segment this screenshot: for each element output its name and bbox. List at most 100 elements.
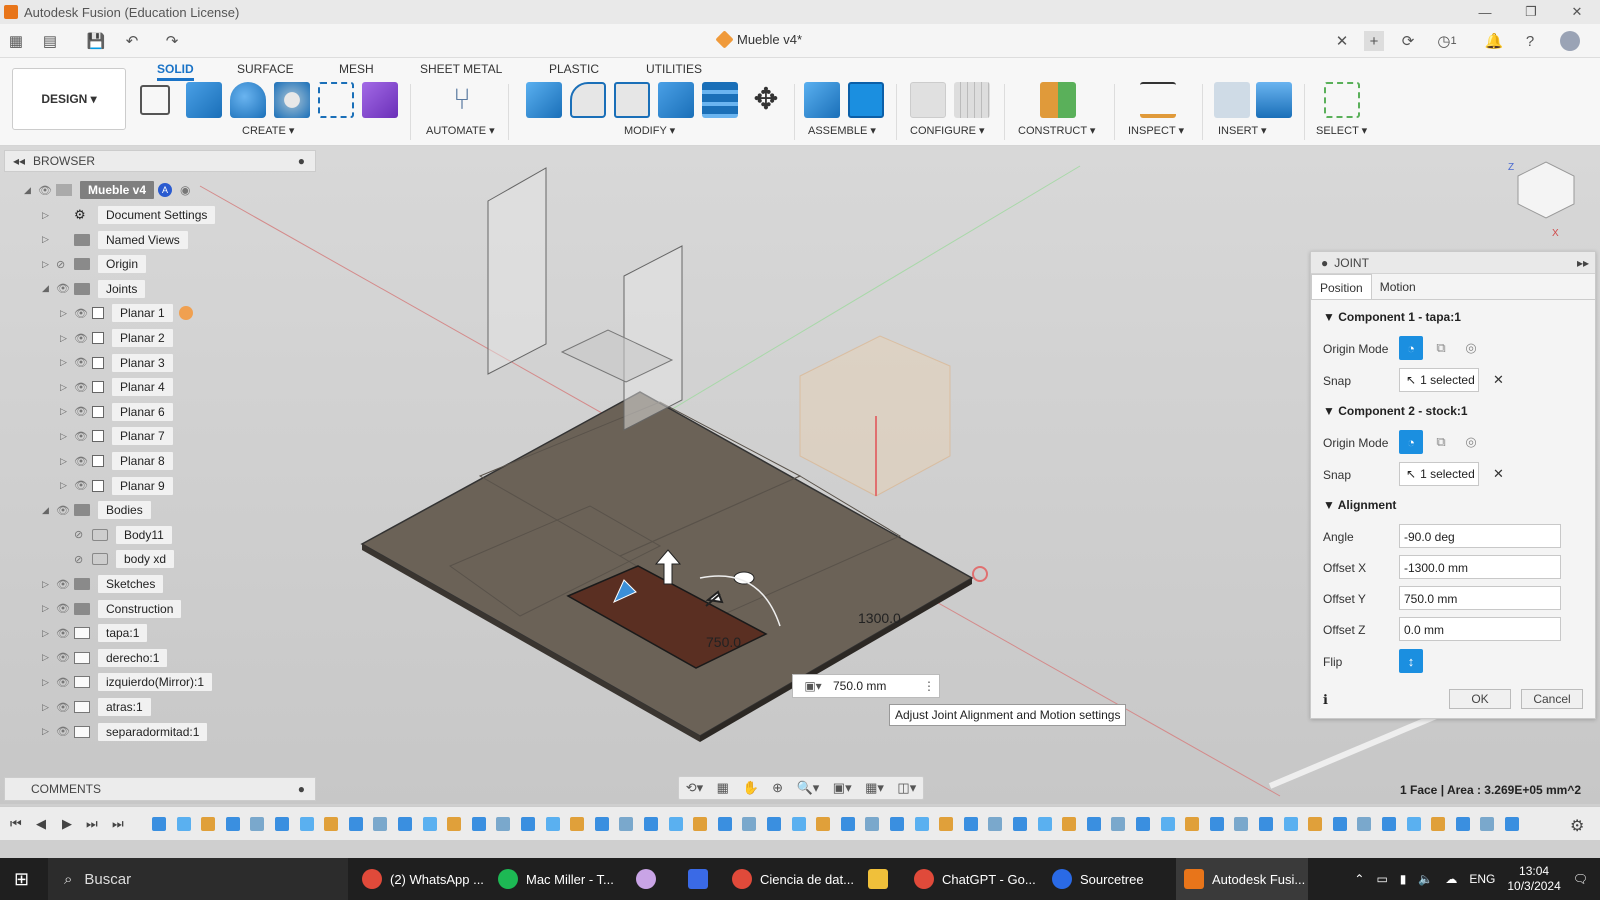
collapse-browser-icon[interactable]: ◂◂ xyxy=(13,154,25,168)
close-tab-icon[interactable]: ✕ xyxy=(1332,31,1352,51)
create-sketch-icon[interactable] xyxy=(140,85,170,115)
visibility-eye-icon[interactable]: 👁 xyxy=(74,381,92,394)
select-menu[interactable]: SELECT ▾ xyxy=(1316,124,1367,137)
timeline-feature-icon[interactable] xyxy=(1283,817,1298,831)
tab-position[interactable]: Position xyxy=(1311,274,1372,299)
visibility-eye-icon[interactable]: 👁 xyxy=(56,651,74,664)
tray-cloud-icon[interactable]: ☁ xyxy=(1445,872,1457,886)
visibility-eye-icon[interactable]: 👁 xyxy=(74,356,92,369)
timeline-feature-icon[interactable] xyxy=(398,817,412,831)
tray-volume-icon[interactable]: 🔈 xyxy=(1418,872,1433,886)
input-type-dropdown-icon[interactable]: ▣▾ xyxy=(793,679,833,693)
timeline-settings-gear-icon[interactable]: ⚙ xyxy=(1570,816,1584,836)
timeline-feature-icon[interactable] xyxy=(1431,817,1446,831)
collapse-arrow-icon[interactable]: ◢ xyxy=(24,185,38,196)
expand-arrow-icon[interactable]: ▷ xyxy=(60,308,74,319)
timeline-feature-icon[interactable] xyxy=(1480,817,1495,831)
timeline-feature-icon[interactable] xyxy=(668,817,683,831)
expand-arrow-icon[interactable]: ▷ xyxy=(60,480,74,491)
language-indicator[interactable]: ENG xyxy=(1469,872,1495,886)
tree-item-body-xd[interactable]: ⊘ body xd xyxy=(60,549,175,569)
browser-pin-icon[interactable]: ● xyxy=(298,154,305,168)
timeline-feature-icon[interactable] xyxy=(1160,817,1175,831)
maximize-icon[interactable]: ❐ xyxy=(1508,0,1554,24)
close-icon[interactable]: ✕ xyxy=(1554,0,1600,24)
tab-sheet-metal[interactable]: SHEET METAL xyxy=(420,62,502,76)
origin-mode-twoedge-icon[interactable]: ◎ xyxy=(1459,430,1483,454)
construct-menu[interactable]: CONSTRUCT ▾ xyxy=(1018,124,1095,137)
configuration-table-icon[interactable] xyxy=(954,82,990,118)
file-menu-icon[interactable]: ▤ xyxy=(40,31,60,51)
joint-icon[interactable] xyxy=(848,82,884,118)
visibility-eye-icon[interactable]: 👁 xyxy=(74,479,92,492)
tree-item-derecho-1[interactable]: ▷ 👁 derecho:1 xyxy=(42,648,168,668)
assemble-menu[interactable]: ASSEMBLE ▾ xyxy=(808,124,876,137)
timeline-feature-icon[interactable] xyxy=(447,817,462,831)
tab-surface[interactable]: SURFACE xyxy=(237,62,294,76)
measure-icon[interactable] xyxy=(1140,82,1176,118)
timeline-feature-icon[interactable] xyxy=(152,817,166,831)
taskbar-search[interactable]: ⌕ Buscar xyxy=(48,858,348,900)
visibility-eye-icon[interactable]: 👁 xyxy=(74,307,92,320)
timeline-feature-icon[interactable] xyxy=(939,817,954,831)
timeline-feature-icon[interactable] xyxy=(1455,817,1470,831)
expand-arrow-icon[interactable]: ▷ xyxy=(42,726,56,737)
timeline-feature-icon[interactable] xyxy=(201,817,216,831)
visibility-eye-icon[interactable]: 👁 xyxy=(56,725,74,738)
expand-arrow-icon[interactable]: ▷ xyxy=(60,357,74,368)
visibility-eye-icon[interactable]: 👁 xyxy=(74,455,92,468)
taskbar-app-explorer[interactable] xyxy=(868,858,888,900)
help-icon[interactable]: ? xyxy=(1520,31,1540,51)
distance-input-box[interactable]: ▣▾ 750.0 mm ⋮ xyxy=(792,674,940,698)
clear-snap2-icon[interactable]: ✕ xyxy=(1493,466,1504,482)
timeline-feature-icon[interactable] xyxy=(594,817,609,831)
timeline-feature-icon[interactable] xyxy=(1406,817,1421,831)
cancel-button[interactable]: Cancel xyxy=(1521,689,1583,709)
app-grid-icon[interactable]: ▦ xyxy=(6,31,26,51)
visibility-eye-icon[interactable]: 👁 xyxy=(56,578,74,591)
alignment-section[interactable]: ▼ Alignment xyxy=(1323,498,1396,512)
timeline-feature-icon[interactable] xyxy=(1037,817,1052,831)
move-copy-icon[interactable]: ✥ xyxy=(748,82,784,118)
expand-arrow-icon[interactable]: ▷ xyxy=(42,579,56,590)
tab-plastic[interactable]: PLASTIC xyxy=(549,62,599,76)
clear-snap1-icon[interactable]: ✕ xyxy=(1493,372,1504,388)
timeline-forward-icon[interactable]: ⏭ xyxy=(86,816,98,832)
visibility-eye-icon[interactable]: 👁 xyxy=(56,627,74,640)
tree-item-izquierdo-mirror-1[interactable]: ▷ 👁 izquierdo(Mirror):1 xyxy=(42,672,213,692)
expand-arrow-icon[interactable]: ▷ xyxy=(42,210,56,221)
origin-mode-simple-icon[interactable]: ◔ xyxy=(1399,430,1423,454)
timeline-feature-icon[interactable] xyxy=(225,817,240,831)
tree-item-planar-1[interactable]: ▷ 👁 Planar 1 xyxy=(60,303,193,323)
tray-network-icon[interactable]: ▭ xyxy=(1376,872,1387,886)
timeline-feature-icon[interactable] xyxy=(717,817,732,831)
tree-root[interactable]: ◢ 👁 Mueble v4 A ◉ xyxy=(24,180,191,200)
visibility-eye-icon[interactable]: ⊘ xyxy=(56,258,74,271)
timeline-feature-icon[interactable] xyxy=(570,817,585,831)
timeline-feature-icon[interactable] xyxy=(1013,817,1027,831)
look-at-icon[interactable]: ▦ xyxy=(717,780,729,796)
timeline-feature-icon[interactable] xyxy=(471,817,486,831)
warning-icon[interactable] xyxy=(178,306,193,321)
component1-section[interactable]: ▼ Component 1 - tapa:1 xyxy=(1323,310,1461,324)
tree-item-joints[interactable]: ◢ 👁 Joints xyxy=(42,279,146,299)
revolve-icon[interactable] xyxy=(230,82,266,118)
visibility-eye-icon[interactable]: 👁 xyxy=(74,332,92,345)
document-tab[interactable]: Mueble v4* xyxy=(715,30,802,49)
expand-arrow-icon[interactable]: ▷ xyxy=(42,677,56,688)
zoom-icon[interactable]: ⊕ xyxy=(772,780,783,796)
browser-header[interactable]: ◂◂ BROWSER ● xyxy=(4,150,316,172)
tree-item-construction[interactable]: ▷ 👁 Construction xyxy=(42,599,182,619)
comments-panel[interactable]: COMMENTS ● xyxy=(4,777,316,801)
expand-arrow-icon[interactable]: ▷ xyxy=(42,628,56,639)
visibility-eye-icon[interactable]: ⊘ xyxy=(74,528,92,541)
visibility-eye-icon[interactable]: 👁 xyxy=(38,184,56,197)
select-icon[interactable] xyxy=(1324,82,1360,118)
modify-menu[interactable]: MODIFY ▾ xyxy=(624,124,675,137)
component2-section[interactable]: ▼ Component 2 - stock:1 xyxy=(1323,404,1468,418)
insert-derive-icon[interactable] xyxy=(1214,82,1250,118)
origin-mode-between-icon[interactable]: ⧉ xyxy=(1429,430,1453,454)
offset-plane-icon[interactable] xyxy=(1040,82,1076,118)
active-component-icon[interactable]: A xyxy=(158,183,173,197)
insert-menu[interactable]: INSERT ▾ xyxy=(1218,124,1267,137)
